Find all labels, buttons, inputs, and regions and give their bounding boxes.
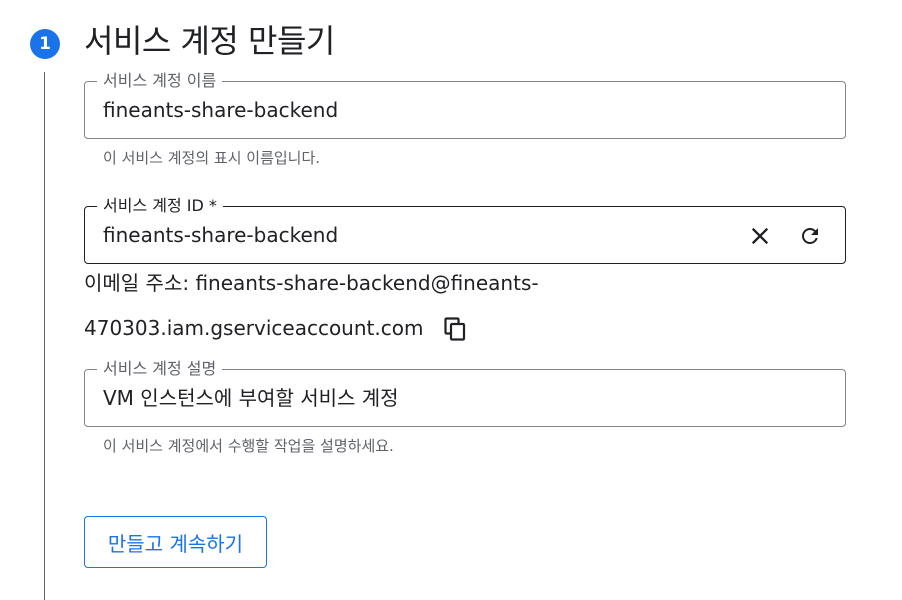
step-number-badge: 1 (30, 29, 60, 59)
service-account-name-value[interactable]: fineants-share-backend (103, 97, 338, 123)
service-account-name-field[interactable]: 서비스 계정 이름 fineants-share-backend (84, 71, 846, 139)
service-account-email-line2: 470303.iam.gserviceaccount.com (84, 316, 424, 340)
service-account-name-hint: 이 서비스 계정의 표시 이름입니다. (103, 149, 321, 167)
service-account-id-field[interactable]: 서비스 계정 ID * fineants-share-backend (84, 196, 846, 264)
step-connector-line (44, 72, 45, 600)
close-icon[interactable] (744, 220, 776, 252)
service-account-email-line1: 이메일 주소: fineants-share-backend@fineants- (84, 271, 539, 295)
service-account-id-label: 서비스 계정 ID * (97, 196, 223, 216)
refresh-icon[interactable] (794, 220, 826, 252)
copy-icon[interactable] (440, 314, 470, 344)
service-account-description-field[interactable]: 서비스 계정 설명 VM 인스턴스에 부여할 서비스 계정 (84, 359, 846, 427)
service-account-id-value[interactable]: fineants-share-backend (103, 222, 338, 248)
service-account-description-value[interactable]: VM 인스턴스에 부여할 서비스 계정 (103, 385, 399, 411)
service-account-description-label: 서비스 계정 설명 (97, 359, 223, 379)
create-and-continue-button[interactable]: 만들고 계속하기 (84, 516, 267, 568)
page-title: 서비스 계정 만들기 (84, 22, 335, 60)
service-account-name-label: 서비스 계정 이름 (97, 71, 223, 91)
service-account-description-hint: 이 서비스 계정에서 수행할 작업을 설명하세요. (103, 437, 394, 455)
